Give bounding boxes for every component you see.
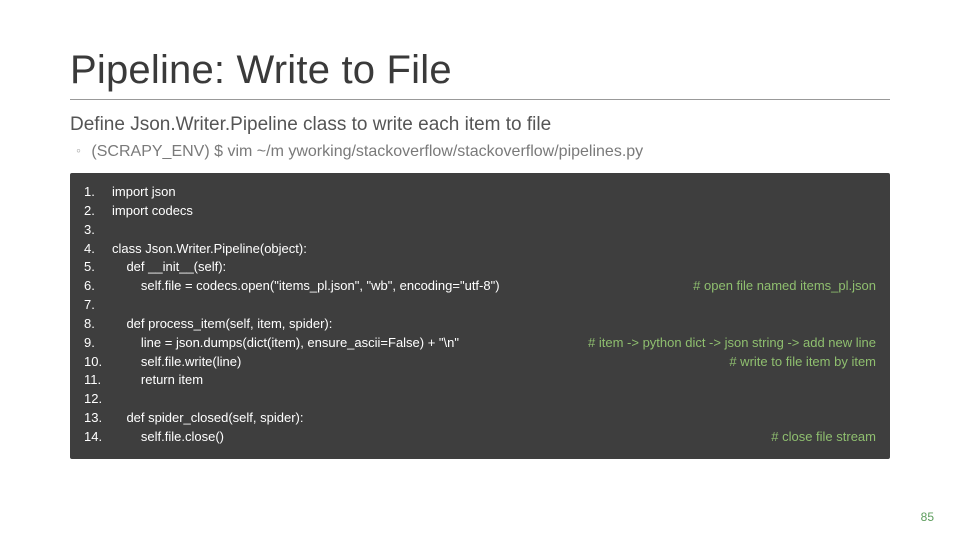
code-comment: # item -> python dict -> json string -> … [588,334,876,353]
code-line: 10. self.file.write(line) # write to fil… [84,353,876,372]
line-number: 2. [84,202,112,221]
code-text: def __init__(self): [112,258,876,277]
code-text: def spider_closed(self, spider): [112,409,876,428]
code-block: 1. import json 2. import codecs 3. 4. cl… [70,173,890,459]
line-number: 14. [84,428,112,447]
code-line: 5. def __init__(self): [84,258,876,277]
line-number: 5. [84,258,112,277]
line-number: 12. [84,390,112,409]
code-line: 6. self.file = codecs.open("items_pl.jso… [84,277,876,296]
code-text: def process_item(self, item, spider): [112,315,876,334]
command-line: ◦ (SCRAPY_ENV) $ vim ~/m yworking/stacko… [76,142,890,161]
code-text: return item [112,371,876,390]
page-title: Pipeline: Write to File [70,48,890,93]
line-number: 6. [84,277,112,296]
line-number: 9. [84,334,112,353]
code-line: 11. return item [84,371,876,390]
code-line: 7. [84,296,876,315]
slide: Pipeline: Write to File Define Json.Writ… [0,0,960,540]
code-line: 12. [84,390,876,409]
line-number: 4. [84,240,112,259]
code-line: 1. import json [84,183,876,202]
line-number: 8. [84,315,112,334]
command-text: (SCRAPY_ENV) $ vim ~/m yworking/stackove… [91,143,643,160]
code-line: 8. def process_item(self, item, spider): [84,315,876,334]
code-text: self.file = codecs.open("items_pl.json",… [112,277,693,296]
code-line: 9. line = json.dumps(dict(item), ensure_… [84,334,876,353]
code-text: import codecs [112,202,876,221]
code-comment: # write to file item by item [729,353,876,372]
code-line: 14. self.file.close() # close file strea… [84,428,876,447]
line-number: 11. [84,371,112,390]
line-number: 7. [84,296,112,315]
code-line: 2. import codecs [84,202,876,221]
line-number: 13. [84,409,112,428]
code-comment: # close file stream [771,428,876,447]
code-text: import json [112,183,876,202]
code-text: line = json.dumps(dict(item), ensure_asc… [112,334,588,353]
page-number: 85 [921,510,934,524]
code-text: class Json.Writer.Pipeline(object): [112,240,876,259]
bullet-icon: ◦ [76,142,81,158]
line-number: 10. [84,353,112,372]
title-rule [70,99,890,100]
code-comment: # open file named items_pl.json [693,277,876,296]
subtitle: Define Json.Writer.Pipeline class to wri… [70,114,890,136]
line-number: 3. [84,221,112,240]
code-text: self.file.write(line) [112,353,729,372]
code-line: 13. def spider_closed(self, spider): [84,409,876,428]
code-line: 3. [84,221,876,240]
code-line: 4. class Json.Writer.Pipeline(object): [84,240,876,259]
line-number: 1. [84,183,112,202]
code-text: self.file.close() [112,428,771,447]
